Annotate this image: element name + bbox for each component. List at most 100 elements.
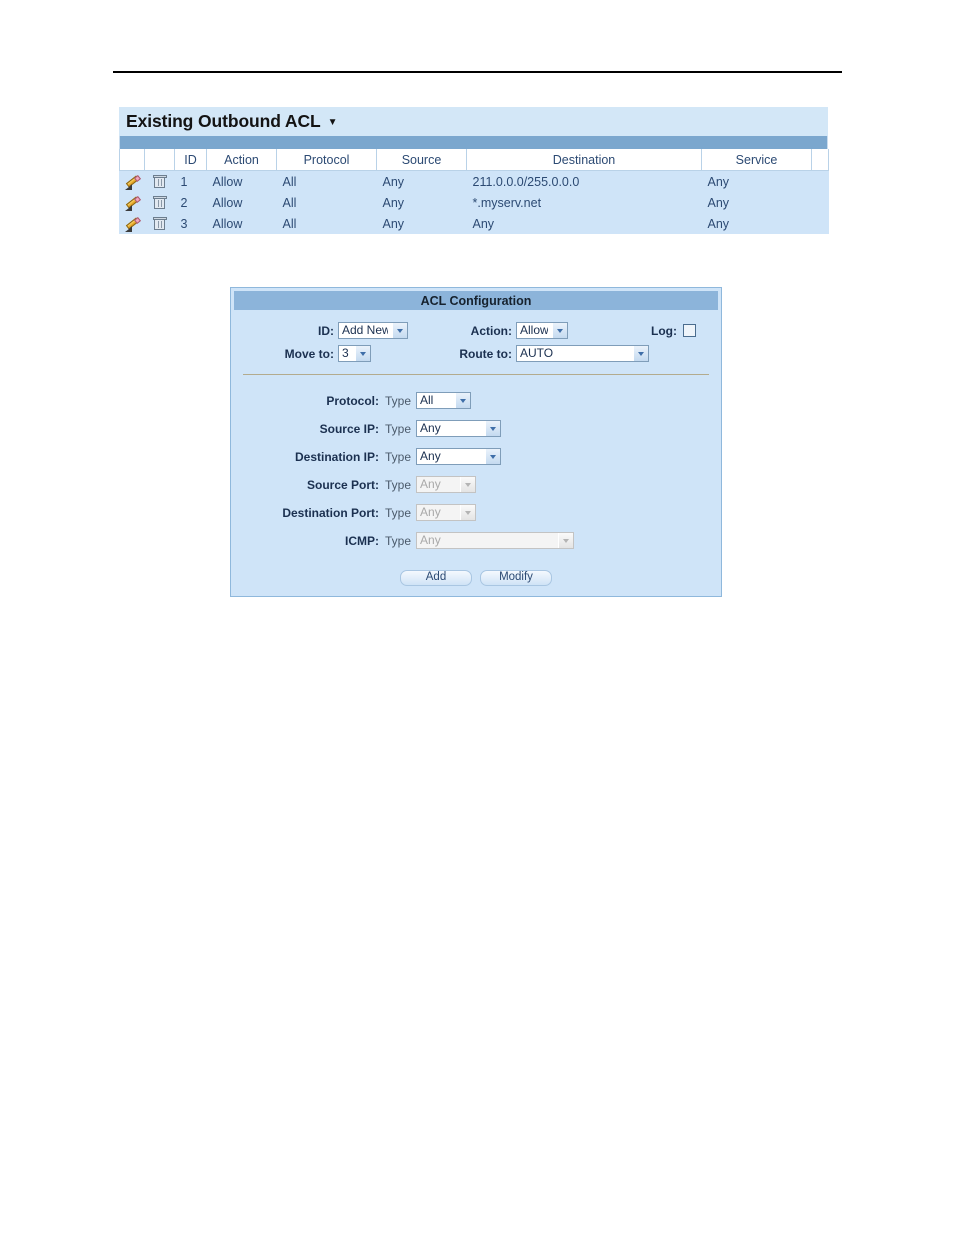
source-ip-type-label: Type	[385, 421, 412, 436]
chevron-down-icon	[455, 393, 471, 408]
col-header-delete	[144, 149, 175, 171]
id-select-value: Add New	[342, 323, 388, 337]
cell-action: Allow	[212, 195, 243, 210]
icmp-type-select[interactable]: Any	[416, 532, 575, 549]
icmp-type-value: Any	[420, 533, 441, 547]
chevron-down-icon	[460, 505, 476, 520]
page-header-rule	[113, 71, 842, 73]
trash-icon	[152, 216, 167, 231]
row-move-route: Move to: 3 Route to: AUTO	[231, 342, 721, 365]
route-to-select[interactable]: AUTO	[516, 345, 649, 362]
delete-row-button[interactable]	[145, 171, 175, 193]
edit-row-button[interactable]	[120, 192, 145, 213]
chevron-down-icon	[460, 477, 476, 492]
modify-button[interactable]: Modify	[480, 570, 552, 586]
action-select-value: Allow	[520, 323, 548, 337]
table-row: 3 Allow All Any Any Any	[120, 213, 829, 234]
add-button[interactable]: Add	[400, 570, 472, 586]
cell-pad	[812, 171, 829, 193]
destination-port-label: Destination Port:	[282, 505, 379, 520]
source-ip-label: Source IP:	[319, 421, 379, 436]
acl-configuration-header: ACL Configuration	[234, 291, 718, 310]
cell-source: Any	[382, 216, 405, 231]
cell-id: 2	[180, 195, 188, 210]
id-select[interactable]: Add New	[338, 322, 408, 339]
destination-port-type-select[interactable]: Any	[416, 504, 477, 521]
protocol-type-label: Type	[385, 393, 412, 408]
cell-source: Any	[382, 195, 405, 210]
cell-destination: *.myserv.net	[472, 195, 542, 210]
icmp-label: ICMP:	[345, 533, 379, 548]
protocol-type-select[interactable]: All	[416, 392, 472, 409]
page-title: Existing Outbound ACL	[126, 111, 321, 131]
trash-icon	[152, 174, 167, 189]
destination-port-type-value: Any	[420, 505, 441, 519]
row-icmp: ICMP: Type Any	[231, 529, 721, 552]
pencil-icon	[124, 174, 141, 191]
table-header-row: ID Action Protocol Source Destination Se…	[119, 149, 829, 171]
cell-protocol: All	[282, 174, 297, 189]
log-label: Log:	[651, 323, 677, 338]
cell-pad	[812, 213, 829, 234]
col-header-service: Service	[701, 149, 812, 171]
move-to-select[interactable]: 3	[338, 345, 371, 362]
row-protocol: Protocol: Type All	[231, 389, 721, 412]
cell-service: Any	[707, 195, 730, 210]
protocol-label: Protocol:	[326, 393, 379, 408]
source-ip-type-select[interactable]: Any	[416, 420, 502, 437]
cell-id: 1	[180, 174, 188, 189]
existing-acl-table: ID Action Protocol Source Destination Se…	[119, 149, 829, 234]
cell-destination: 211.0.0.0/255.0.0.0	[472, 174, 580, 189]
row-source-ip: Source IP: Type Any	[231, 417, 721, 440]
source-ip-type-value: Any	[420, 421, 441, 435]
acl-configuration-body: ID: Add New Action: Allow Log: Move to: …	[231, 310, 721, 596]
trash-icon	[152, 195, 167, 210]
chevron-down-icon	[558, 533, 574, 548]
pencil-icon	[124, 195, 141, 212]
log-checkbox[interactable]	[683, 324, 696, 337]
destination-ip-type-value: Any	[420, 449, 441, 463]
cell-pad	[812, 192, 829, 213]
acl-config-button-row: Add Modify	[231, 570, 721, 586]
source-port-type-label: Type	[385, 477, 412, 492]
table-row: 2 Allow All Any *.myserv.net Any	[120, 192, 829, 213]
row-destination-port: Destination Port: Type Any	[231, 501, 721, 524]
pencil-icon	[124, 216, 141, 233]
protocol-type-value: All	[420, 393, 434, 407]
chevron-down-icon	[633, 346, 648, 361]
action-label: Action:	[470, 323, 512, 338]
acl-configuration-panel: ACL Configuration ID: Add New Action: Al…	[230, 287, 722, 597]
action-select[interactable]: Allow	[516, 322, 568, 339]
edit-row-button[interactable]	[120, 213, 145, 234]
cell-service: Any	[707, 174, 730, 189]
chevron-down-icon	[485, 421, 501, 436]
caret-down-icon[interactable]: ▼	[328, 117, 338, 128]
destination-ip-type-label: Type	[385, 449, 412, 464]
cell-destination: Any	[472, 216, 495, 231]
icmp-type-label: Type	[385, 533, 412, 548]
col-header-action: Action	[206, 149, 277, 171]
move-to-select-value: 3	[342, 346, 349, 360]
table-row: 1 Allow All Any 211.0.0.0/255.0.0.0 Any	[120, 171, 829, 193]
delete-row-button[interactable]	[145, 192, 175, 213]
existing-acl-titlebar: Existing Outbound ACL ▼	[119, 107, 828, 136]
col-header-destination: Destination	[466, 149, 702, 171]
destination-ip-label: Destination IP:	[294, 449, 379, 464]
id-label: ID:	[318, 323, 334, 338]
cell-protocol: All	[282, 195, 297, 210]
route-to-label: Route to:	[459, 346, 512, 361]
col-header-edit	[119, 149, 145, 171]
edit-row-button[interactable]	[120, 171, 145, 193]
existing-acl-subbar	[119, 136, 828, 149]
col-header-pad	[811, 149, 829, 171]
chevron-down-icon	[355, 346, 370, 361]
chevron-down-icon	[552, 323, 567, 338]
existing-acl-panel: Existing Outbound ACL ▼ ID Action Protoc…	[119, 107, 829, 234]
source-port-type-select[interactable]: Any	[416, 476, 477, 493]
cell-action: Allow	[212, 216, 243, 231]
cell-service: Any	[707, 216, 730, 231]
col-header-source: Source	[376, 149, 467, 171]
destination-ip-type-select[interactable]: Any	[416, 448, 502, 465]
delete-row-button[interactable]	[145, 213, 175, 234]
cell-id: 3	[180, 216, 188, 231]
